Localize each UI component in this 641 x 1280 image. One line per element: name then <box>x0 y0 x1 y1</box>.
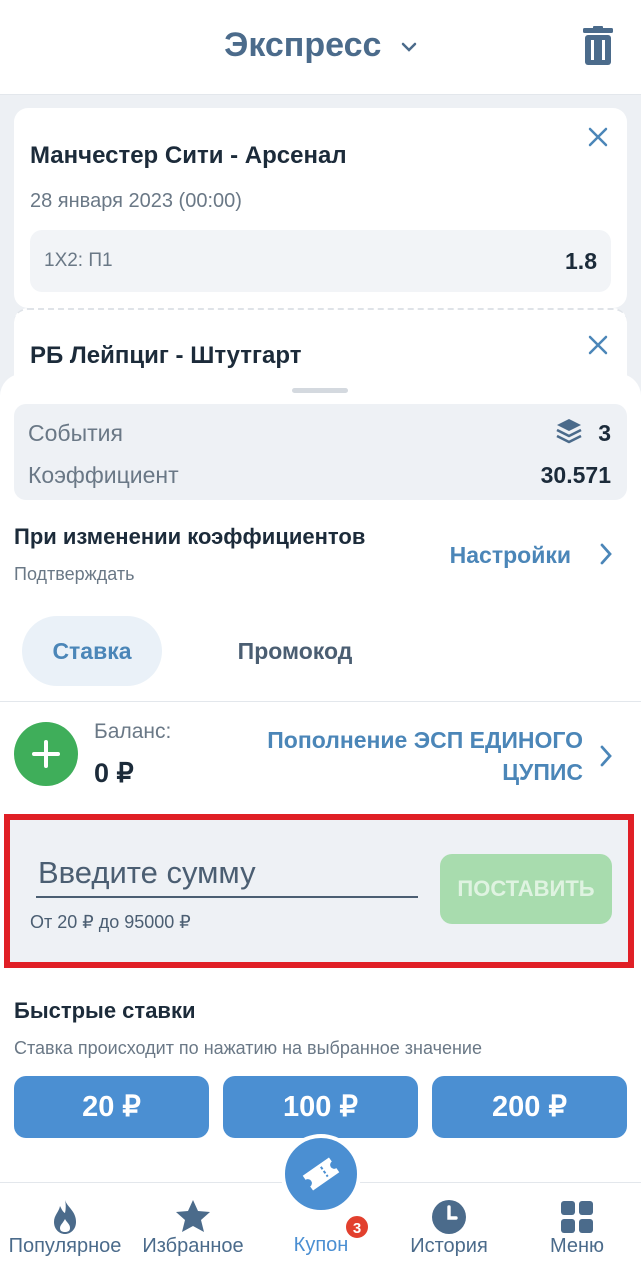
nav-item-popular[interactable]: Популярное <box>9 1183 121 1280</box>
app-header: Экспресс <box>0 0 641 95</box>
balance-label: Баланс: <box>94 720 172 743</box>
clock-icon <box>432 1200 466 1234</box>
ticket-icon <box>302 1157 340 1191</box>
bet-amount-panel: От 20 ₽ до 95000 ₽ ПОСТАВИТЬ <box>4 814 634 968</box>
chevron-down-icon <box>401 42 417 52</box>
bet-amount-input[interactable] <box>36 850 418 898</box>
layers-icon <box>556 419 582 444</box>
nav-label: Купон <box>293 1234 349 1256</box>
event-title: Манчестер Сити - Арсенал <box>30 142 347 169</box>
quick-bet-button[interactable]: 200 ₽ <box>432 1076 627 1138</box>
tab-bet[interactable]: Ставка <box>22 616 162 686</box>
nav-label: Избранное <box>142 1235 244 1257</box>
bet-outcome-row: 1X2: П1 1.8 <box>30 230 611 292</box>
quick-bet-button[interactable]: 20 ₽ <box>14 1076 209 1138</box>
bet-amount-limits: От 20 ₽ до 95000 ₽ <box>30 912 191 932</box>
coef-change-mode: Подтверждать <box>14 564 135 584</box>
balance-value: 0 ₽ <box>94 758 134 788</box>
settings-link[interactable]: Настройки <box>450 542 571 569</box>
nav-label: История <box>410 1235 488 1257</box>
bet-slip-sheet: События 3 Коэффициент 30.571 При изменен… <box>0 374 641 1182</box>
events-count: 3 <box>598 420 611 446</box>
coef-change-title: При изменении коэффициентов <box>14 524 366 549</box>
event-title: РБ Лейпциг - Штутгарт <box>30 342 302 369</box>
quick-bets-title: Быстрые ставки <box>14 998 196 1023</box>
quick-bets-hint: Ставка происходит по нажатию на выбранно… <box>14 1038 482 1058</box>
grid-icon <box>561 1201 593 1233</box>
nav-label: Меню <box>549 1235 605 1257</box>
coupon-type-selector[interactable]: Экспресс <box>0 26 641 65</box>
bet-coefficient: 1.8 <box>565 248 597 274</box>
chevron-right-icon[interactable] <box>599 542 613 566</box>
coefficient-label: Коэффициент <box>28 462 179 488</box>
nav-item-menu[interactable]: Меню <box>536 1183 618 1280</box>
place-bet-button[interactable]: ПОСТАВИТЬ <box>440 854 612 924</box>
star-icon <box>176 1200 210 1232</box>
page-title: Экспресс <box>224 26 382 64</box>
add-funds-button[interactable] <box>14 722 78 786</box>
close-icon[interactable] <box>587 126 609 148</box>
chevron-right-icon[interactable] <box>599 744 613 768</box>
tab-promocode[interactable]: Промокод <box>220 616 370 686</box>
close-icon[interactable] <box>587 334 609 356</box>
topup-link[interactable]: Пополнение ЭСП ЕДИНОГО ЦУПИС <box>243 724 583 788</box>
trash-icon[interactable] <box>583 26 613 66</box>
divider <box>0 701 641 702</box>
nav-item-coupon[interactable] <box>281 1134 361 1214</box>
nav-item-favorites[interactable]: Избранное <box>142 1183 244 1280</box>
quick-bet-button[interactable]: 100 ₽ <box>223 1076 418 1138</box>
coupon-summary: События 3 Коэффициент 30.571 <box>14 404 627 500</box>
plus-icon <box>32 740 60 768</box>
event-date: 28 января 2023 (00:00) <box>30 190 242 212</box>
nav-item-history[interactable]: История <box>408 1183 490 1280</box>
total-coefficient: 30.571 <box>540 462 611 488</box>
bet-market: 1X2: П1 <box>44 250 113 271</box>
events-label: События <box>28 420 123 446</box>
nav-label: Популярное <box>8 1235 122 1257</box>
flame-icon <box>54 1200 76 1234</box>
event-card: Манчестер Сити - Арсенал 28 января 2023 … <box>14 108 627 308</box>
drag-handle[interactable] <box>292 388 348 393</box>
